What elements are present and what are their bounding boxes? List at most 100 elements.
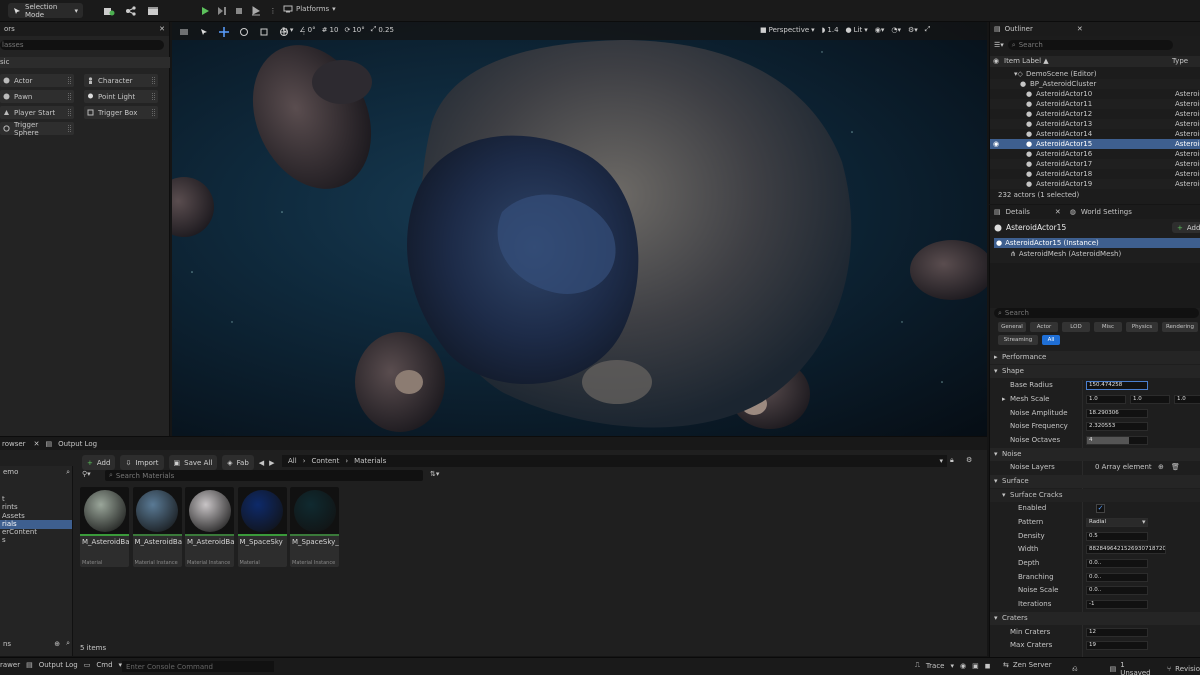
- category-all-button[interactable]: All: [1042, 335, 1060, 345]
- platforms-menu[interactable]: Platforms ▾: [283, 4, 336, 14]
- cinematics-icon[interactable]: [146, 4, 160, 18]
- trace-dropdown[interactable]: Trace: [926, 662, 945, 670]
- place-actor-item[interactable]: Actor: [0, 74, 74, 87]
- density-input[interactable]: 0.5: [1086, 532, 1148, 541]
- place-trigger-box-item[interactable]: Trigger Box: [84, 106, 158, 119]
- mesh-scale-y-input[interactable]: 1.0: [1130, 395, 1170, 404]
- outliner-title[interactable]: Outliner: [1005, 25, 1033, 33]
- noise-section[interactable]: ▾ Noise: [990, 448, 1200, 461]
- shape-section[interactable]: ▾ Shape: [990, 365, 1200, 378]
- iterations-input[interactable]: -1: [1086, 600, 1148, 609]
- min-craters-input[interactable]: 12: [1086, 628, 1148, 637]
- performance-section[interactable]: ▸ Performance: [990, 351, 1200, 364]
- category-rendering-button[interactable]: Rendering: [1162, 322, 1198, 332]
- category-misc-button[interactable]: Misc: [1094, 322, 1122, 332]
- component-instance-row[interactable]: ● AsteroidActor15 (Instance): [994, 238, 1200, 248]
- outliner-actor-row[interactable]: ●AsteroidActor17 Asteroid: [990, 159, 1200, 169]
- place-character-item[interactable]: Character: [84, 74, 158, 87]
- tab-output-log[interactable]: Output Log: [58, 440, 97, 448]
- drag-handle[interactable]: [68, 77, 71, 84]
- stop-icon[interactable]: [232, 4, 246, 18]
- trash-icon[interactable]: 🗑︎: [1171, 461, 1180, 474]
- branching-input[interactable]: 0.0..: [1086, 573, 1148, 582]
- item-label-column[interactable]: Item Label ▲: [1004, 56, 1049, 67]
- mesh-scale-z-input[interactable]: 1.0: [1174, 395, 1200, 404]
- collections-label[interactable]: ns: [3, 640, 11, 648]
- breadcrumb-all[interactable]: All: [288, 457, 297, 465]
- asset-tile[interactable]: M_SpaceSky Material: [237, 487, 287, 567]
- asset-tile[interactable]: M_SpaceSky_Inst Material Instance: [290, 487, 339, 567]
- category-actor-button[interactable]: Actor: [1030, 322, 1058, 332]
- actor-name-field[interactable]: AsteroidActor15: [1006, 223, 1066, 232]
- noise-octaves-slider[interactable]: 4: [1086, 436, 1148, 445]
- width-input[interactable]: 8828496421526930718720 0.0: [1086, 545, 1166, 554]
- noise-scale-input[interactable]: 0.0..: [1086, 586, 1148, 595]
- scale-snap-dropdown[interactable]: ⤢ 0.25: [371, 25, 394, 34]
- asset-tile[interactable]: M_AsteroidBase_Inst Material Instance: [132, 487, 182, 567]
- outliner-actor-row[interactable]: ●AsteroidActor19 Asteroid: [990, 179, 1200, 189]
- depth-input[interactable]: 0.0..: [1086, 559, 1148, 568]
- view-mode-dropdown[interactable]: ● Lit ▾: [846, 26, 868, 34]
- materials-search-input[interactable]: ⌕ Search Materials: [105, 470, 423, 481]
- select-tool-icon[interactable]: [197, 25, 211, 39]
- breadcrumb-content[interactable]: Content: [312, 457, 340, 465]
- camera-speed-dropdown[interactable]: ◗ 1.4: [822, 26, 839, 34]
- category-lod-button[interactable]: LOD: [1062, 322, 1090, 332]
- category-physics-button[interactable]: Physics: [1126, 322, 1158, 332]
- play-icon[interactable]: [198, 4, 212, 18]
- grid-snap-dropdown[interactable]: #10: [322, 26, 339, 34]
- outliner-actor-row[interactable]: ●AsteroidActor10 Asteroid: [990, 89, 1200, 99]
- chevron-right-icon[interactable]: ▸: [1002, 393, 1006, 406]
- noise-frequency-input[interactable]: 2.320553: [1086, 422, 1148, 431]
- history-forward-icon[interactable]: ▶: [269, 459, 274, 467]
- basic-category[interactable]: sic: [0, 57, 170, 68]
- outliner-actor-row[interactable]: ◉ ●AsteroidActor15 Asteroid: [990, 139, 1200, 149]
- show-flags-icon[interactable]: ◉▾: [875, 26, 885, 34]
- tree-item[interactable]: rints: [0, 503, 72, 512]
- max-craters-input[interactable]: 19: [1086, 641, 1148, 650]
- unsaved-button[interactable]: 1 Unsaved: [1120, 661, 1157, 675]
- add-element-icon[interactable]: ⊕: [1158, 461, 1164, 474]
- asset-tile[interactable]: M_AsteroidBase_Inst2 Material Instance: [185, 487, 234, 567]
- import-button[interactable]: ⇩ Import: [120, 455, 164, 470]
- viewport-scene[interactable]: [172, 22, 987, 436]
- scale-tool-icon[interactable]: [257, 25, 271, 39]
- close-icon[interactable]: ✕: [159, 25, 165, 33]
- close-icon[interactable]: ✕: [1055, 208, 1061, 216]
- outliner-actor-row[interactable]: ●AsteroidActor13 Asteroid: [990, 119, 1200, 129]
- place-point-light-item[interactable]: Point Light: [84, 90, 158, 103]
- add-collection-icon[interactable]: ⊕: [54, 640, 60, 648]
- category-general-button[interactable]: General: [998, 322, 1026, 332]
- place-trigger-sphere-item[interactable]: Trigger Sphere: [0, 121, 74, 137]
- level-viewport[interactable]: ⋮ ↻ ▾ ∠ 0° #10 ⟳ 10° ⤢ 0.25 ■ Perspective ▾ ◗ 1…: [172, 22, 987, 436]
- history-back-icon[interactable]: ◀: [259, 459, 264, 467]
- outliner-actor-row[interactable]: ●AsteroidActor16 Asteroid: [990, 149, 1200, 159]
- screenshot-icon[interactable]: ▣: [972, 662, 979, 670]
- surface-cracks-row[interactable]: ▾ Surface Cracks: [990, 489, 1200, 502]
- place-player-start-item[interactable]: Player Start: [0, 106, 74, 119]
- outliner-actor-row[interactable]: ●AsteroidActor18 Asteroid: [990, 169, 1200, 179]
- blueprint-icon[interactable]: [124, 4, 138, 18]
- outliner-search-input[interactable]: ⌕ Search: [1007, 40, 1173, 50]
- content-drawer-button[interactable]: rawer: [0, 661, 20, 669]
- tab-content-browser[interactable]: rowser: [0, 440, 28, 448]
- component-mesh-row[interactable]: ⋔ AsteroidMesh (AsteroidMesh): [1010, 250, 1121, 258]
- surface-section[interactable]: ▾ Surface: [990, 475, 1200, 488]
- tab-details[interactable]: Details: [1006, 208, 1030, 216]
- asset-tile[interactable]: M_AsteroidBase Material: [80, 487, 129, 567]
- play-options-icon[interactable]: ⋮: [266, 4, 280, 18]
- craters-section[interactable]: ▾ Craters: [990, 612, 1200, 625]
- settings-gear-icon[interactable]: ⚙: [966, 456, 972, 464]
- outliner-scene-row[interactable]: ▾◇ DemoScene (Editor): [990, 69, 1200, 79]
- rotation-snap-toggle[interactable]: ↻ ▾: [282, 26, 293, 34]
- viewport-options-icon[interactable]: [177, 25, 191, 39]
- drag-handle[interactable]: [152, 93, 155, 100]
- revision-control-button[interactable]: Revisio: [1175, 665, 1200, 673]
- classes-search-input[interactable]: lasses: [0, 40, 164, 50]
- rotation-snap-dropdown[interactable]: ⟳ 10°: [344, 26, 364, 34]
- cmd-dropdown[interactable]: Cmd: [96, 661, 112, 669]
- eject-icon[interactable]: [249, 4, 263, 18]
- outliner-cluster-row[interactable]: ● BP_AsteroidCluster: [990, 79, 1200, 89]
- chevron-down-icon[interactable]: ▾: [939, 457, 947, 465]
- pattern-dropdown[interactable]: Radial: [1086, 518, 1148, 527]
